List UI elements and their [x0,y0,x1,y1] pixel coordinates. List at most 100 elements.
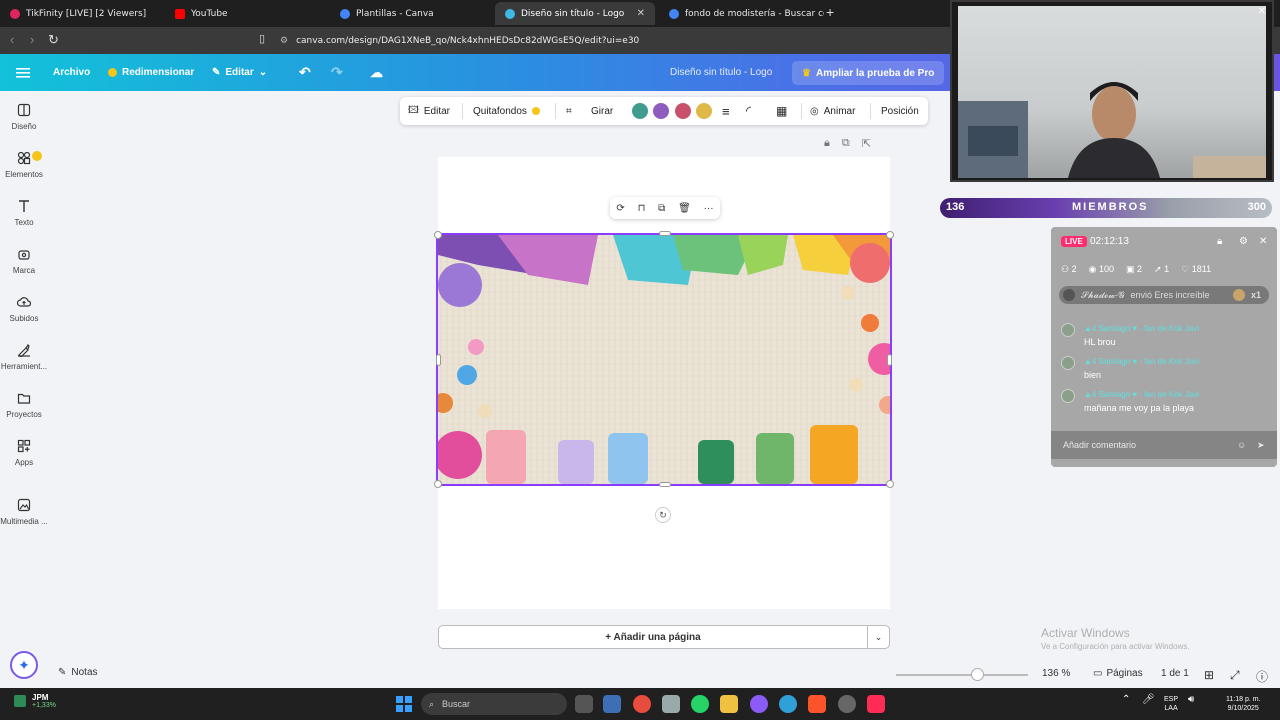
tab-plantillas[interactable]: Plantillas - Canva [330,2,495,25]
resize-handle-bottom-right[interactable] [886,480,894,488]
whatsapp-icon[interactable] [691,695,709,713]
notes-button[interactable]: ✎ Notas [58,667,98,678]
grid-view-icon[interactable]: ⊞ [1204,668,1214,682]
lock-icon[interactable]: 🔒︎ [1217,236,1222,247]
magic-assistant-icon[interactable]: ✦ [10,651,38,679]
emoji-icon[interactable]: ☺ [1237,440,1246,450]
taskbar-search[interactable]: ⌕ Buscar [421,693,567,715]
resize-handle-bottom[interactable] [659,482,671,487]
sidebar-item-subidos[interactable]: Subidos [0,287,48,331]
tab-diseno-active[interactable]: Diseño sin título - Logo ✕ [495,2,655,25]
file-explorer-icon[interactable] [720,695,738,713]
doc-title[interactable]: Diseño sin título - Logo [670,54,772,91]
forward-icon[interactable]: › [30,32,34,47]
avatar [1063,289,1075,301]
add-page-icon[interactable]: ⇱ [862,137,871,150]
duplicate-page-icon[interactable]: ⧉ [842,137,850,150]
zoom-slider-thumb[interactable] [971,668,985,681]
new-tab-icon[interactable]: + [826,4,834,20]
redo-icon[interactable]: ↷ [331,54,343,91]
chrome-icon[interactable] [633,695,651,713]
menu-icon[interactable] [16,54,30,91]
url-field[interactable]: ⚙ canva.com/design/DAG1XNeB_qo/Nck4xhnHE… [280,31,950,50]
lock-icon[interactable]: 🔒︎ [824,137,830,150]
zoom-slider-track[interactable] [896,674,1028,676]
border-style-icon[interactable]: ≡ [722,97,730,125]
clock[interactable]: 11:18 p. m. 9/10/2025 [1226,695,1261,713]
tiktok-icon[interactable] [867,695,885,713]
editar-menu[interactable]: ✎ Editar ⌄ [212,54,267,91]
edit-image-button[interactable]: 🖾 Editar [408,97,450,125]
app-icon[interactable] [662,695,680,713]
task-view-icon[interactable] [575,695,593,713]
rotate-handle-icon[interactable]: ↻ [655,507,671,523]
remove-bg-button[interactable]: Quitafondos [473,97,540,125]
brave-icon[interactable] [808,695,826,713]
tab-tikfinity[interactable]: TikFinity [LIVE] [2 Viewers] [0,2,165,25]
sidebar-item-multimedia[interactable]: Multimedia ... [0,490,48,534]
ai-edit-icon[interactable]: ⟳ [616,203,624,214]
color-swatch-purple[interactable] [653,103,669,119]
site-info-icon[interactable]: ⚙ [280,36,288,46]
sewing-background-image[interactable] [436,233,892,486]
redimensionar-button[interactable]: Redimensionar [108,54,194,91]
animate-button[interactable]: ◎ Animar [810,97,855,125]
tab-youtube[interactable]: YouTube [165,2,330,25]
microphone-icon[interactable]: 🎤︎ [1142,695,1155,705]
obs-icon[interactable] [838,695,856,713]
tab-fondo-modisteria[interactable]: fondo de modistería - Buscar con Go [659,2,824,25]
position-button[interactable]: Posición [881,97,919,125]
bookmark-icon[interactable]: ▯ [259,32,265,45]
sidebar-item-herramientas[interactable]: Herramient... [0,335,48,379]
close-icon[interactable]: ✕ [1259,236,1267,247]
resize-handle-top-left[interactable] [434,231,442,239]
sidebar-item-elementos[interactable]: Elementos [0,143,48,187]
crop-icon[interactable]: ⌗ [566,97,572,125]
color-swatch-teal[interactable] [632,103,648,119]
sidebar-item-apps[interactable]: Apps [0,431,48,475]
copilot-icon[interactable] [750,695,768,713]
stock-widget[interactable]: JPM +1,33% [14,693,56,709]
language-indicator[interactable]: ESP LAA [1164,695,1178,713]
flip-button[interactable]: Girar [591,97,613,125]
corner-rounding-icon[interactable]: ◜ [746,97,751,125]
send-icon[interactable]: ➤ [1257,440,1265,451]
settings-icon[interactable]: ⚙ [1239,236,1248,247]
zoom-level[interactable]: 136 % [1042,668,1070,679]
pages-button[interactable]: ▭ Páginas [1093,668,1143,679]
tray-chevron-icon[interactable]: ⌃ [1122,695,1130,705]
resize-handle-top[interactable] [659,231,671,236]
resize-handle-left[interactable] [436,354,441,366]
edge-icon[interactable] [779,695,797,713]
fullscreen-icon[interactable]: ⤢ [1230,668,1240,683]
volume-icon[interactable]: 🔊︎ [1188,695,1194,705]
trash-icon[interactable]: 🗑︎ [678,203,691,214]
sidebar-item-marca[interactable]: Marca [0,239,48,283]
transparency-icon[interactable]: ▦ [776,97,787,125]
resize-handle-top-right[interactable] [886,231,894,239]
resize-handle-right[interactable] [887,354,892,366]
resize-handle-bottom-left[interactable] [434,480,442,488]
more-icon[interactable]: ··· [704,203,714,214]
color-swatch-rose[interactable] [675,103,691,119]
sidebar-item-proyectos[interactable]: Proyectos [0,383,48,427]
help-icon[interactable]: ⓘ [1256,668,1268,685]
sidebar-item-diseno[interactable]: Diseño [0,95,48,139]
duplicate-icon[interactable]: ⧉ [658,203,665,214]
close-icon[interactable]: ✕ [1258,6,1266,17]
undo-icon[interactable]: ↶ [299,54,311,91]
comment-input[interactable]: Añadir comentario ☺ ➤ [1051,431,1277,459]
archivo-menu[interactable]: Archivo [53,54,90,91]
windows-start-icon[interactable] [396,696,412,712]
close-tab-icon[interactable]: ✕ [637,8,645,19]
cloud-sync-icon[interactable]: ☁ [370,54,383,91]
add-page-options-chevron-icon[interactable]: ⌄ [867,625,890,649]
store-icon[interactable] [603,695,621,713]
color-swatch-mustard[interactable] [696,103,712,119]
add-page-button[interactable]: + Añadir una página [438,625,868,649]
lock-icon[interactable]: ⊓ [638,203,646,214]
back-icon[interactable]: ‹ [10,32,14,47]
sidebar-item-texto[interactable]: Texto [0,191,48,235]
pro-trial-button[interactable]: ♛ Ampliar la prueba de Pro [792,61,945,85]
reload-icon[interactable]: ↻ [48,32,59,48]
